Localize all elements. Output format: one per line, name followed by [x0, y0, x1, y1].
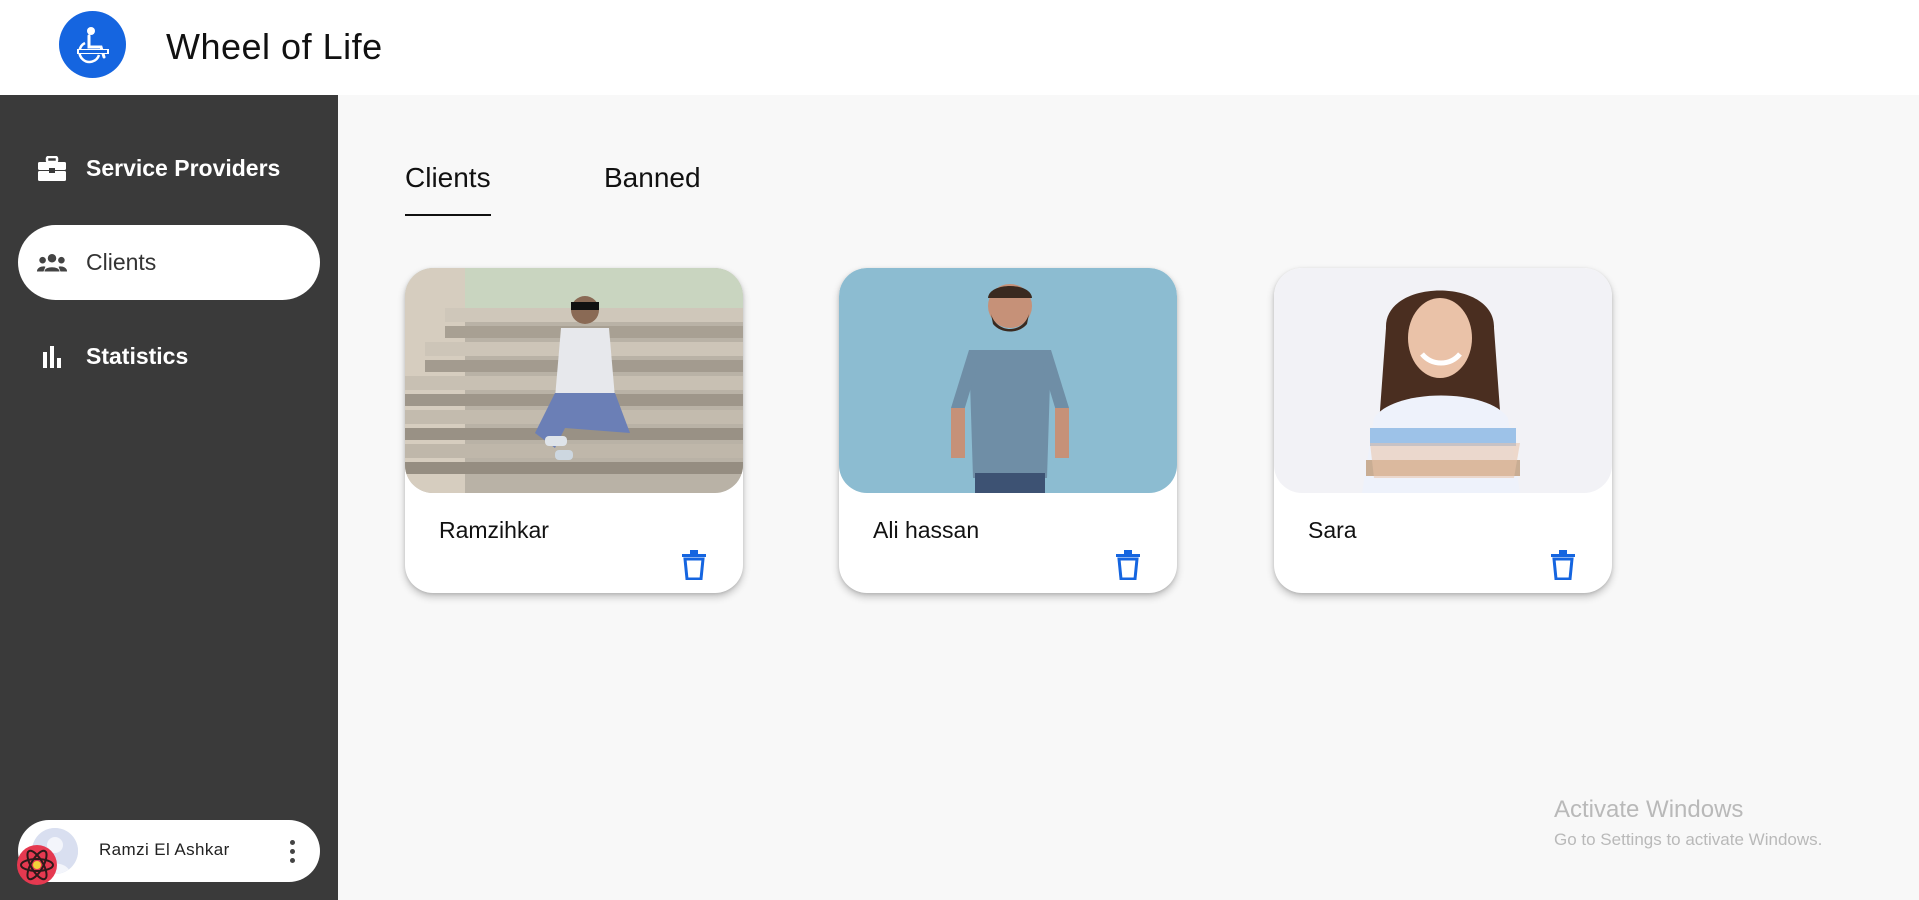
sidebar-item-label: Statistics [86, 343, 189, 369]
client-photo [1274, 268, 1612, 493]
tab-clients[interactable]: Clients [405, 162, 491, 194]
client-photo [405, 268, 743, 493]
briefcase-icon [36, 153, 68, 185]
react-devtools-icon[interactable] [14, 842, 60, 888]
sidebar-item-label: Clients [86, 249, 157, 275]
bar-chart-icon [36, 341, 68, 373]
more-vertical-icon[interactable] [282, 834, 302, 868]
tab-banned[interactable]: Banned [604, 162, 701, 194]
client-card[interactable]: Sara [1274, 268, 1612, 593]
app-title: Wheel of Life [166, 26, 383, 67]
trash-icon[interactable] [1115, 550, 1141, 581]
sidebar-item-statistics[interactable]: Statistics [18, 319, 320, 394]
client-card[interactable]: Ali hassan [839, 268, 1177, 593]
sidebar-item-label: Service Providers [86, 155, 281, 181]
sidebar-item-clients[interactable]: Clients [18, 225, 320, 300]
trash-icon[interactable] [681, 550, 707, 581]
client-name: Ali hassan [873, 517, 980, 543]
active-tab-indicator [405, 214, 491, 216]
group-icon [36, 247, 68, 279]
activate-windows-title: Activate Windows [1554, 796, 1744, 823]
top-bar: Wheel of Life [0, 0, 1919, 95]
client-name: Sara [1308, 517, 1357, 543]
sidebar-item-service-providers[interactable]: Service Providers [18, 131, 320, 206]
user-profile-card[interactable]: Ramzi El Ashkar [17, 820, 320, 885]
client-photo [839, 268, 1177, 493]
sidebar: Service Providers Clients Statistics Ram… [0, 95, 338, 900]
app-logo[interactable] [59, 11, 126, 78]
user-name: Ramzi El Ashkar [99, 840, 230, 859]
client-card[interactable]: Ramzihkar [405, 268, 743, 593]
trash-icon[interactable] [1550, 550, 1576, 581]
client-name: Ramzihkar [439, 517, 549, 543]
wheelchair-logo-icon [76, 26, 109, 63]
activate-windows-subtitle: Go to Settings to activate Windows. [1554, 830, 1823, 849]
